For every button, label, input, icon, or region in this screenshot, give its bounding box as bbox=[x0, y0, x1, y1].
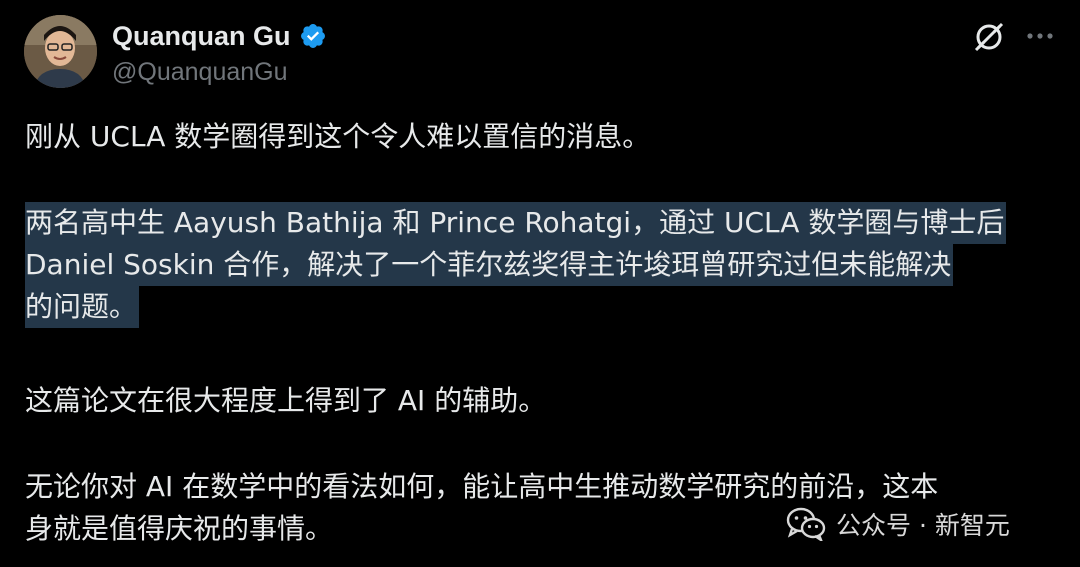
more-options-icon[interactable] bbox=[1024, 22, 1056, 50]
watermark-text: 公众号 · 新智元 bbox=[836, 511, 1010, 540]
paragraph-4-line-1: 无论你对 AI 在数学中的看法如何，能让高中生推动数学研究的前沿，这本 bbox=[25, 470, 939, 503]
highlighted-line-3: 的问题。 bbox=[25, 286, 140, 328]
avatar[interactable] bbox=[24, 15, 97, 88]
highlighted-line-2: Daniel Soskin 合作，解决了一个菲尔兹奖得主许埈珥曾研究过但未能解决 bbox=[25, 244, 954, 286]
watermark: 公众号 · 新智元 bbox=[786, 504, 1010, 544]
tweet-paragraph-1: 刚从 UCLA 数学圈得到这个令人难以置信的消息。 bbox=[25, 120, 651, 153]
tweet-paragraph-2-highlighted: 两名高中生 Aayush Bathija 和 Prince Rohatgi，通过… bbox=[25, 202, 1065, 328]
highlighted-line-1: 两名高中生 Aayush Bathija 和 Prince Rohatgi，通过… bbox=[25, 202, 1007, 244]
verified-badge-icon bbox=[300, 24, 325, 48]
tweet-paragraph-3: 这篇论文在很大程度上得到了 AI 的辅助。 bbox=[25, 384, 547, 417]
wechat-icon bbox=[786, 507, 826, 541]
author-display-name: Quanquan Gu bbox=[112, 21, 291, 51]
author-handle[interactable]: @QuanquanGu bbox=[112, 56, 288, 88]
grok-icon[interactable] bbox=[970, 18, 1008, 56]
avatar-image bbox=[24, 15, 97, 88]
author-name[interactable]: Quanquan Gu bbox=[112, 19, 327, 53]
